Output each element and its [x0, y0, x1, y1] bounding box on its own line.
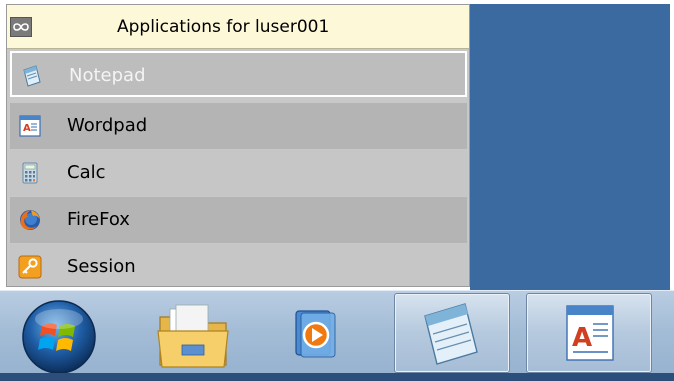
taskbar: A [0, 290, 674, 381]
menu-item-notepad[interactable]: Notepad [10, 51, 467, 97]
notepad-icon [424, 303, 478, 365]
taskbar-notepad-button[interactable] [394, 293, 510, 373]
wordpad-icon: A [566, 305, 614, 361]
windows-logo-icon [22, 300, 96, 374]
menu-item-label: Calc [67, 162, 106, 183]
taskbar-wordpad-button[interactable]: A [526, 293, 652, 373]
taskbar-explorer-button[interactable] [150, 293, 236, 373]
menu-item-label: Session [67, 256, 136, 277]
start-button[interactable] [14, 299, 104, 375]
menu-item-label: Notepad [69, 65, 146, 86]
menu-item-session[interactable]: Session [10, 244, 467, 286]
menu-title: Applications for luser001 [117, 17, 330, 37]
menu-item-label: Wordpad [67, 115, 148, 136]
svg-text:A: A [23, 123, 31, 134]
media-player-icon [295, 310, 336, 358]
taskbar-bottom-edge [0, 373, 674, 381]
menu-item-firefox[interactable]: FireFox [10, 197, 467, 243]
notepad-icon [20, 64, 44, 88]
wordpad-icon: A [18, 114, 42, 138]
svg-text:A: A [572, 323, 592, 353]
menu-item-wordpad[interactable]: A Wordpad [10, 103, 467, 149]
menu-item-calc[interactable]: Calc [10, 150, 467, 196]
applications-menu: Applications for luser001 Notepad A Word… [6, 4, 470, 287]
calculator-icon [18, 161, 42, 185]
firefox-icon [18, 208, 42, 232]
desktop-background [470, 4, 670, 292]
menu-header: Applications for luser001 [7, 5, 469, 49]
taskbar-media-player-button[interactable] [278, 293, 348, 373]
menu-item-label: FireFox [67, 209, 130, 230]
folder-icon [157, 304, 229, 368]
key-icon [18, 255, 42, 279]
desktop: Applications for luser001 Notepad A Word… [0, 0, 674, 381]
infinity-logo-icon [10, 17, 32, 37]
